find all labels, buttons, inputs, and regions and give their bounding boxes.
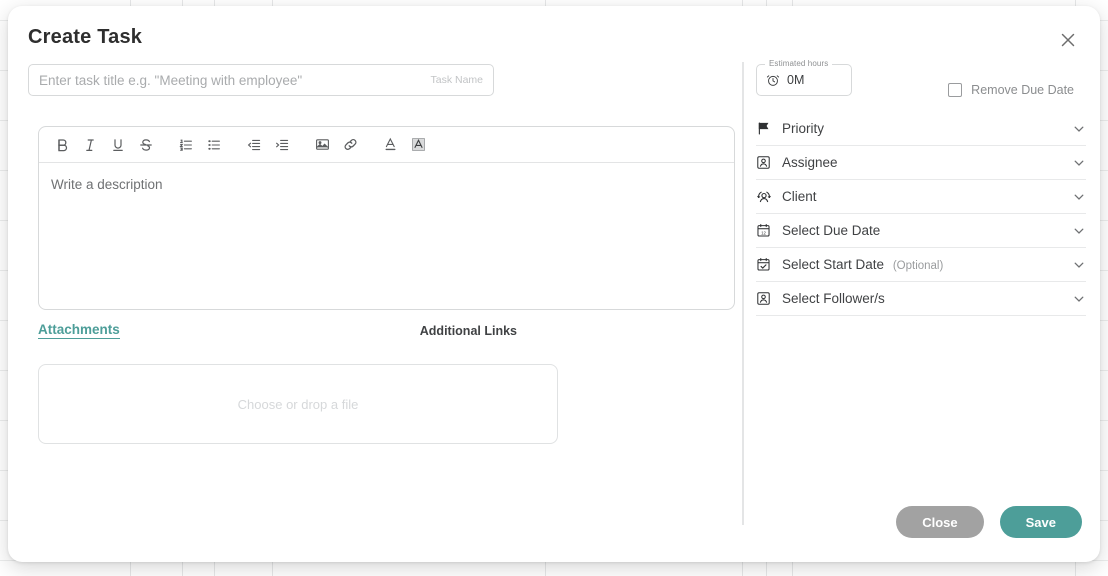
- calendar-check-icon: [756, 257, 782, 272]
- remove-due-date-label: Remove Due Date: [971, 83, 1074, 97]
- indent-icon[interactable]: [269, 132, 295, 158]
- person-square-icon: [756, 291, 782, 306]
- field-label-text: Select Due Date: [782, 223, 881, 238]
- estimated-hours-field[interactable]: Estimated hours 0M: [756, 59, 852, 96]
- field-row-priority[interactable]: Priority: [756, 112, 1086, 146]
- field-row-assignee[interactable]: Assignee: [756, 146, 1086, 180]
- description-placeholder[interactable]: Write a description: [39, 163, 734, 206]
- chevron-down-icon[interactable]: [1066, 156, 1086, 170]
- field-label: Select Start Date (Optional): [782, 257, 1066, 272]
- field-row-followers[interactable]: Select Follower/s: [756, 282, 1086, 316]
- svg-text:12: 12: [761, 230, 766, 235]
- strikethrough-icon[interactable]: [133, 132, 159, 158]
- unordered-list-icon[interactable]: [201, 132, 227, 158]
- save-button[interactable]: Save: [999, 506, 1082, 538]
- page-title: Create Task: [28, 26, 143, 48]
- field-label: Client: [782, 189, 1066, 204]
- field-list: Priority Assignee Client 12 Select Due D…: [756, 112, 1086, 316]
- create-task-modal: Create Task Task Name: [8, 6, 1100, 562]
- field-label-text: Assignee: [782, 155, 838, 170]
- checkbox-box[interactable]: [948, 83, 963, 97]
- flag-icon: [756, 121, 782, 136]
- right-panel: Estimated hours 0M Remove Due Date Prior…: [756, 59, 1086, 316]
- field-row-client[interactable]: Client: [756, 180, 1086, 214]
- chevron-down-icon[interactable]: [1066, 258, 1086, 272]
- chevron-down-icon[interactable]: [1066, 224, 1086, 238]
- text-color-icon[interactable]: [377, 132, 403, 158]
- task-title-input[interactable]: [29, 65, 431, 95]
- person-square-icon: [756, 155, 782, 170]
- field-label: Priority: [782, 121, 1066, 136]
- tab-additional-links[interactable]: Additional Links: [420, 324, 517, 338]
- file-dropzone[interactable]: Choose or drop a file: [38, 364, 558, 444]
- field-row-due-date[interactable]: 12 Select Due Date: [756, 214, 1086, 248]
- chevron-down-icon[interactable]: [1066, 122, 1086, 136]
- underline-icon[interactable]: [105, 132, 131, 158]
- estimated-hours-legend: Estimated hours: [765, 59, 833, 68]
- alarm-clock-icon: [766, 73, 780, 87]
- task-title-suffix-label: Task Name: [430, 74, 483, 86]
- ordered-list-icon[interactable]: [173, 132, 199, 158]
- close-icon[interactable]: [1054, 26, 1082, 54]
- editor-toolbar: [39, 127, 734, 163]
- close-button[interactable]: Close: [896, 506, 984, 538]
- panel-divider: [742, 62, 744, 525]
- dropzone-label: Choose or drop a file: [237, 396, 359, 412]
- field-label-text: Select Start Date: [782, 257, 885, 272]
- calendar-12-icon: 12: [756, 223, 782, 238]
- chevron-down-icon[interactable]: [1066, 190, 1086, 204]
- field-label-text: Select Follower/s: [782, 291, 885, 306]
- field-label: Select Follower/s: [782, 291, 1066, 306]
- field-row-start-date[interactable]: Select Start Date (Optional): [756, 248, 1086, 282]
- modal-footer: Close Save: [896, 506, 1082, 538]
- link-icon[interactable]: [337, 132, 363, 158]
- description-editor: Write a description: [38, 126, 735, 310]
- field-label-text: Priority: [782, 121, 825, 136]
- attachment-tabs: Attachments Additional Links: [38, 322, 558, 339]
- image-icon[interactable]: [309, 132, 335, 158]
- field-optional-tag: (Optional): [892, 260, 944, 272]
- bold-icon[interactable]: [49, 132, 75, 158]
- highlight-color-icon[interactable]: [405, 132, 431, 158]
- field-label: Select Due Date: [782, 223, 1066, 238]
- left-panel: Task Name: [28, 64, 743, 562]
- tab-attachments[interactable]: Attachments: [38, 322, 120, 339]
- field-label-text: Client: [782, 189, 817, 204]
- italic-icon[interactable]: [77, 132, 103, 158]
- remove-due-date-checkbox[interactable]: Remove Due Date: [948, 83, 1074, 97]
- outdent-icon[interactable]: [241, 132, 267, 158]
- task-title-field[interactable]: Task Name: [28, 64, 494, 96]
- field-label: Assignee: [782, 155, 1066, 170]
- chevron-down-icon[interactable]: [1066, 292, 1086, 306]
- estimated-hours-value: 0M: [787, 73, 805, 87]
- support-agent-icon: [756, 189, 782, 205]
